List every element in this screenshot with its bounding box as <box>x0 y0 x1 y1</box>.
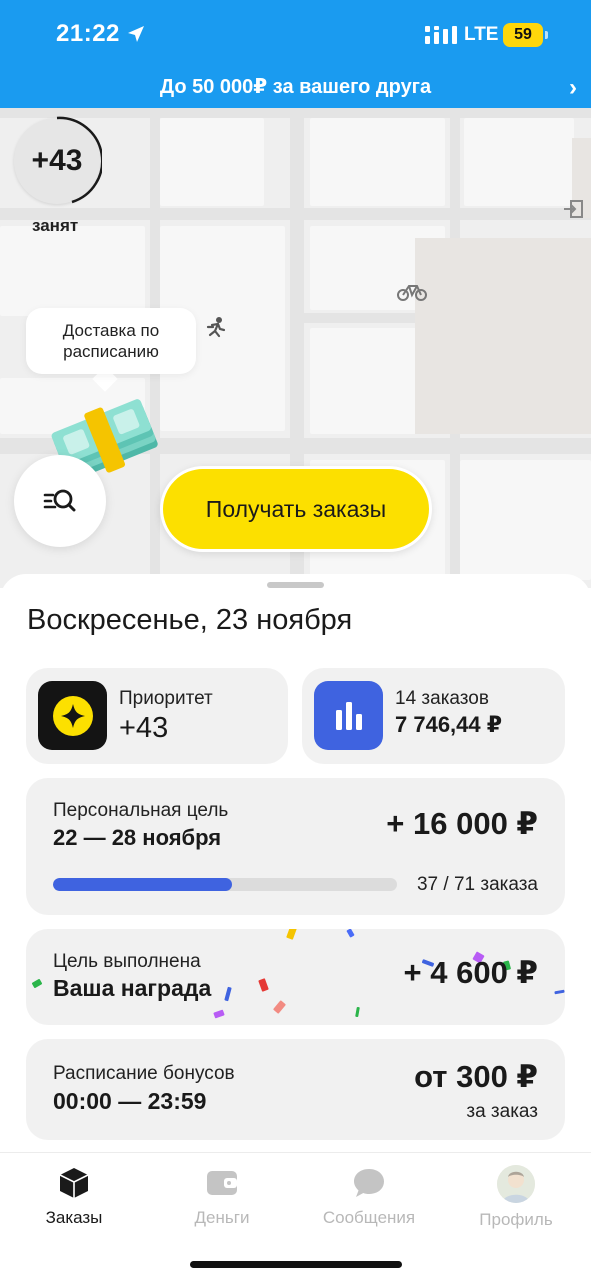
priority-icon <box>52 695 93 736</box>
battery-indicator: 59 <box>503 23 543 47</box>
orders-summary-card[interactable]: 14 заказов 7 746,44 ₽ <box>302 668 565 764</box>
map-block <box>464 118 574 206</box>
priority-value: +43 <box>119 712 169 744</box>
map-block <box>0 226 145 316</box>
confetti-piece <box>272 1000 287 1014</box>
chevron-right-icon[interactable]: › <box>569 74 577 102</box>
orders-earnings: 7 746,44 ₽ <box>395 712 503 737</box>
home-indicator[interactable] <box>190 1261 402 1268</box>
battery-nub <box>545 31 548 39</box>
map-view[interactable]: +43 занят Доставка по расписанию Получат… <box>0 108 591 588</box>
avatar <box>497 1165 535 1203</box>
map-block <box>310 118 445 206</box>
top-bar: 21:22 LTE 59 До 50 000₽ за вашего друга … <box>0 0 591 108</box>
tab-messages[interactable]: Сообщения <box>299 1165 439 1228</box>
promo-banner[interactable]: До 50 000₽ за вашего друга <box>0 74 591 99</box>
confetti-piece <box>355 1006 360 1018</box>
bonus-amount: от 300 ₽ <box>414 1059 538 1094</box>
reward-card[interactable]: Цель выполнена Ваша награда + 4 600 ₽ <box>26 929 565 1025</box>
confetti-piece <box>224 986 232 1002</box>
orders-count: 14 заказов <box>395 688 489 709</box>
confetti-piece <box>213 1009 225 1019</box>
confetti-piece <box>346 929 355 938</box>
goal-amount: + 16 000 ₽ <box>386 806 538 841</box>
tab-label: Профиль <box>479 1210 553 1229</box>
priority-icon-box <box>38 681 107 750</box>
personal-goal-card[interactable]: Персональная цель 22 — 28 ноября + 16 00… <box>26 778 565 915</box>
date-title: Воскресенье, 23 ноября <box>27 604 353 636</box>
goal-progress-text: 37 / 71 заказа <box>416 874 538 895</box>
reward-status-label: Цель выполнена <box>53 951 201 972</box>
goal-dates: 22 — 28 ноября <box>53 825 222 850</box>
courier-status-label: занят <box>32 216 79 235</box>
priority-label: Приоритет <box>119 688 213 709</box>
confetti-piece <box>286 929 297 940</box>
map-block <box>160 118 264 206</box>
tab-profile[interactable]: Профиль <box>446 1165 586 1230</box>
status-time: 21:22 <box>56 20 120 47</box>
priority-ring <box>56 116 102 204</box>
tab-label: Заказы <box>45 1208 103 1227</box>
chat-icon <box>354 1169 384 1197</box>
map-building <box>415 238 591 434</box>
bonus-schedule-time: 00:00 — 23:59 <box>53 1088 207 1114</box>
bar-chart-icon <box>335 701 362 730</box>
map-road <box>0 208 591 220</box>
confetti-piece <box>258 978 269 992</box>
map-block <box>460 460 591 580</box>
signal-icon <box>425 26 457 44</box>
network-type: LTE <box>464 24 499 45</box>
wallet-icon <box>207 1171 237 1195</box>
goal-label: Персональная цель <box>53 800 229 821</box>
bonus-per-order-label: за заказ <box>466 1101 538 1122</box>
goal-progress-bar <box>53 878 397 891</box>
avatar-image <box>497 1165 535 1203</box>
exit-icon <box>564 200 583 218</box>
confetti-piece <box>554 989 565 995</box>
sheet-handle[interactable] <box>267 582 324 588</box>
get-orders-button[interactable]: Получать заказы <box>160 466 432 552</box>
confetti-piece <box>31 978 43 989</box>
tab-label: Деньги <box>194 1208 250 1227</box>
location-arrow-icon <box>128 26 144 42</box>
cube-icon <box>59 1168 89 1198</box>
search-list-button[interactable] <box>14 455 106 547</box>
bonus-schedule-label: Расписание бонусов <box>53 1063 235 1084</box>
schedule-delivery-bubble[interactable]: Доставка по расписанию <box>26 308 196 374</box>
search-list-icon <box>43 489 76 512</box>
priority-card[interactable]: Приоритет +43 <box>26 668 288 764</box>
tab-orders[interactable]: Заказы <box>4 1165 144 1228</box>
courier-icon <box>206 317 226 338</box>
tab-money[interactable]: Деньги <box>152 1165 292 1228</box>
bicycle-icon <box>397 285 427 301</box>
stats-icon-box <box>314 681 383 750</box>
bonus-schedule-card[interactable]: Расписание бонусов 00:00 — 23:59 от 300 … <box>26 1039 565 1140</box>
goal-progress-fill <box>53 878 233 891</box>
reward-amount: + 4 600 ₽ <box>403 955 538 990</box>
reward-title: Ваша награда <box>53 975 212 1001</box>
tab-label: Сообщения <box>322 1208 416 1227</box>
